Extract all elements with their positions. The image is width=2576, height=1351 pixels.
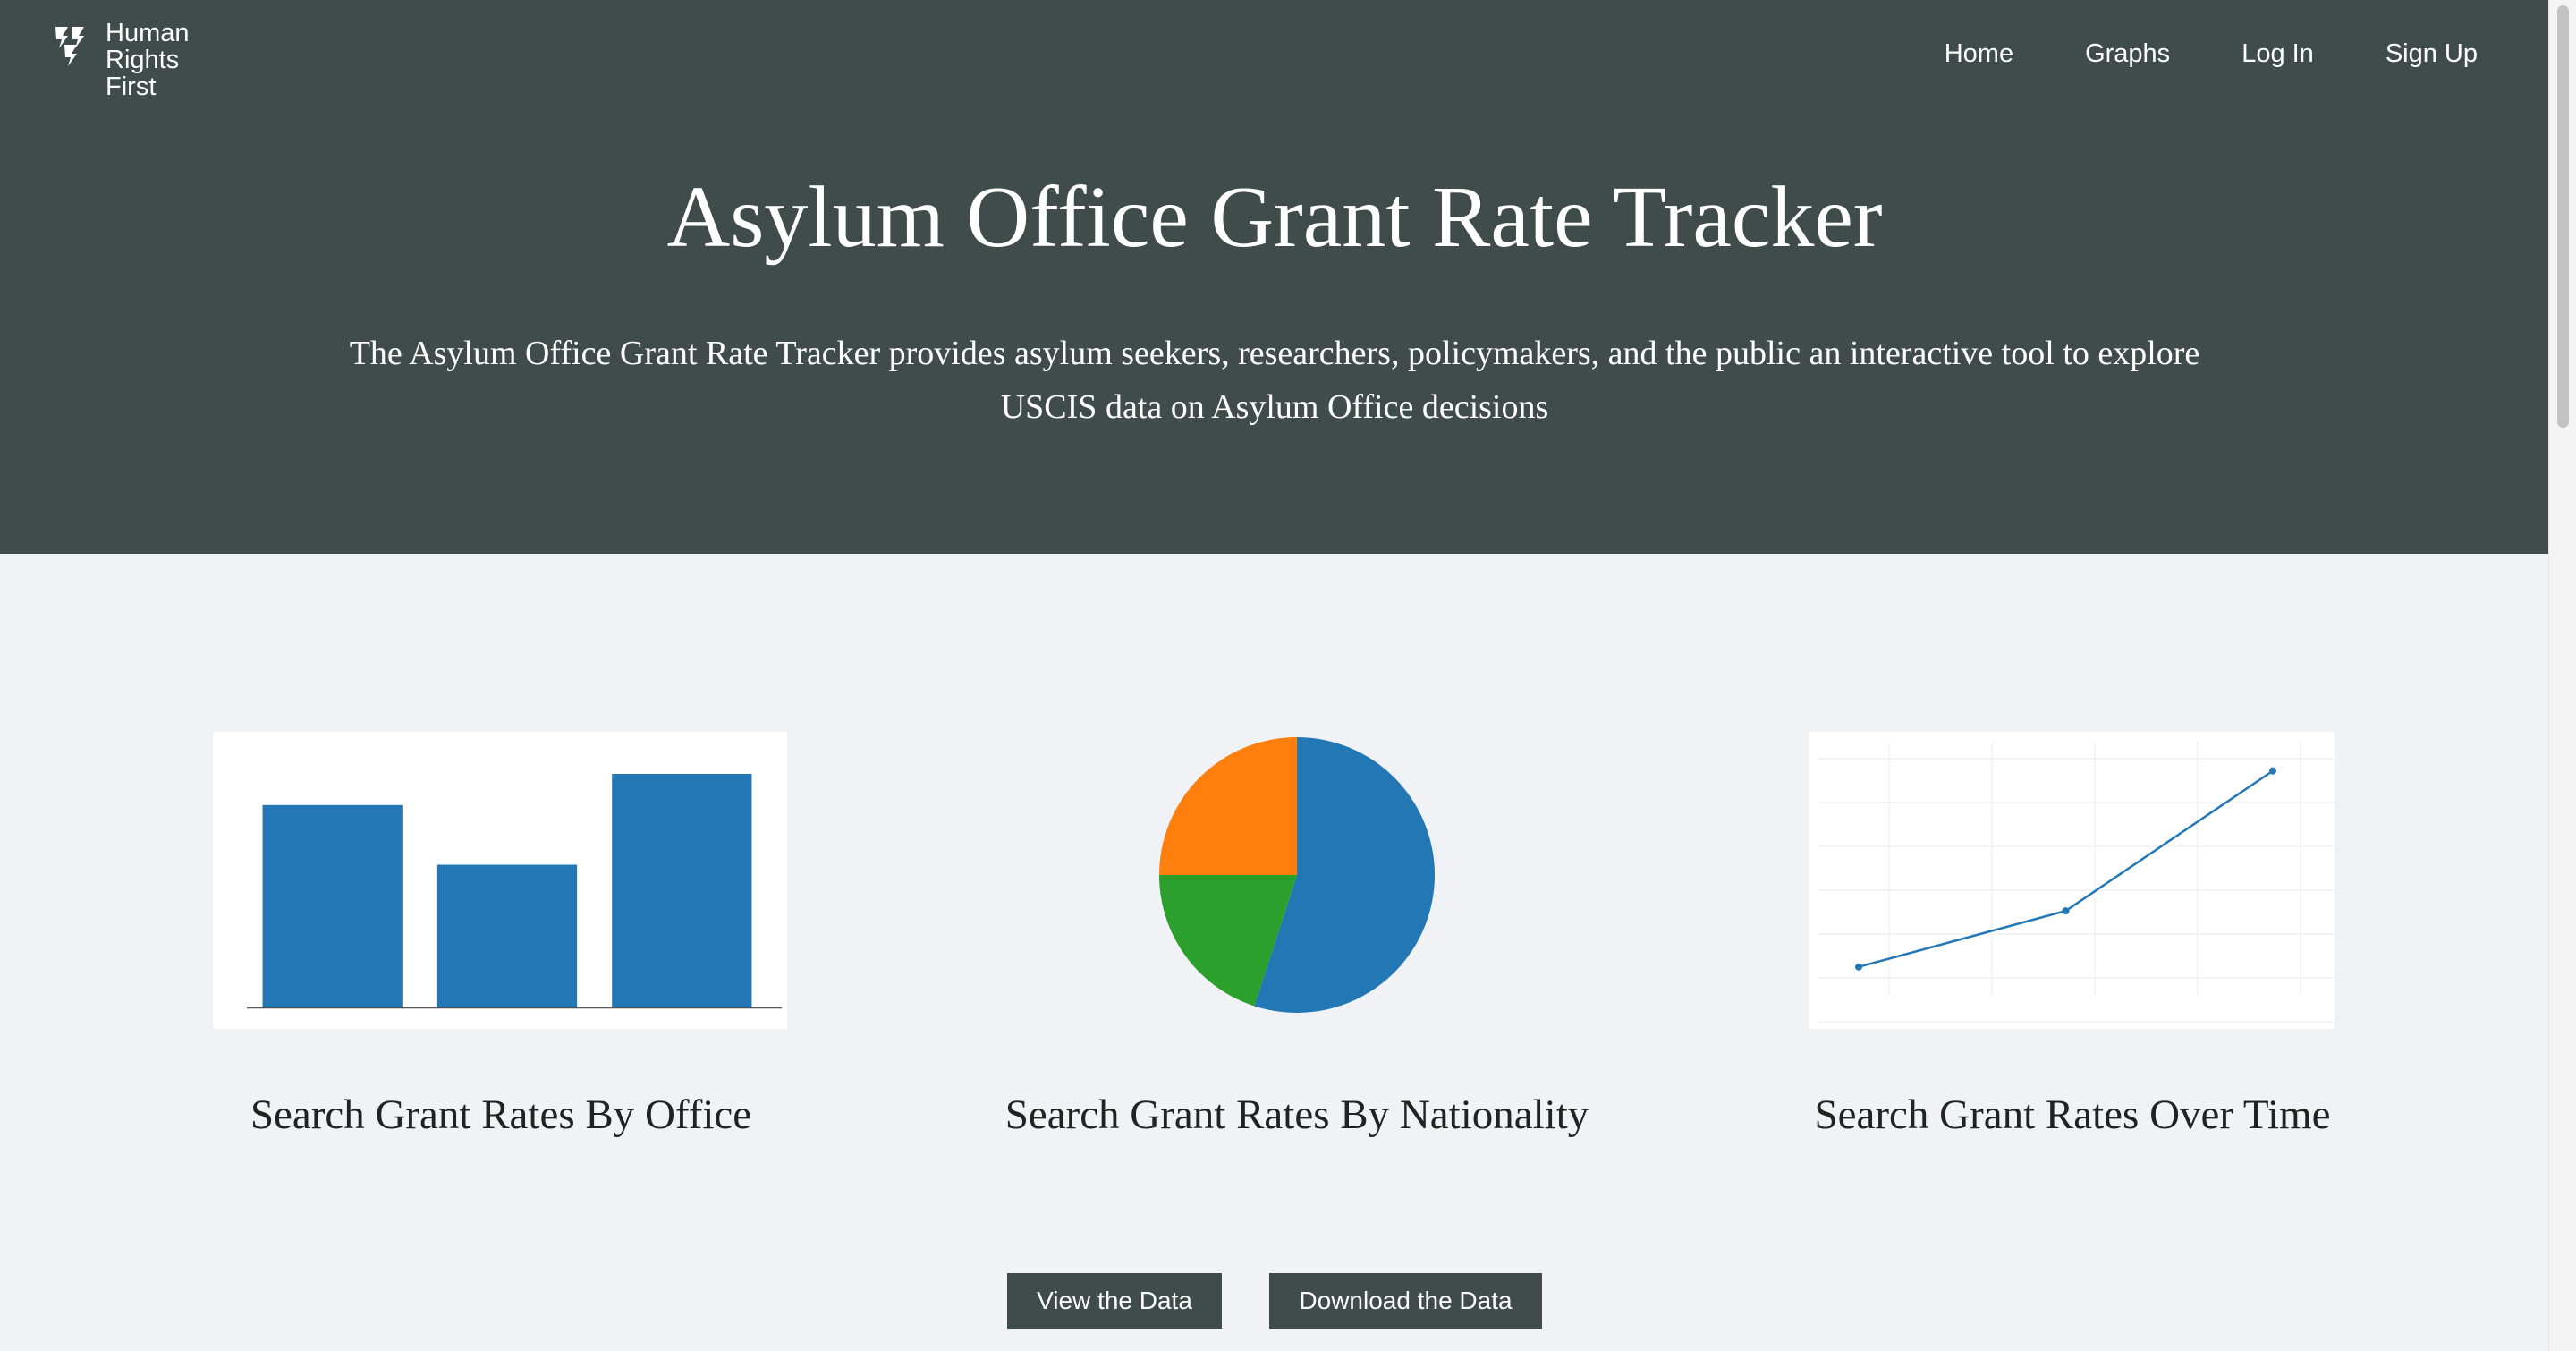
bar-chart-thumbnail-icon[interactable] (213, 732, 787, 1029)
pie-slice-3 (1159, 737, 1297, 875)
logo-line-3: First (106, 72, 157, 101)
bar-3 (612, 774, 752, 1007)
download-data-button[interactable]: Download the Data (1269, 1273, 1542, 1329)
nav-graphs[interactable]: Graphs (2085, 39, 2170, 69)
scrollbar-thumb[interactable] (2557, 5, 2569, 428)
nav-log-in[interactable]: Log In (2241, 39, 2314, 69)
line-point-3 (2269, 767, 2276, 775)
logo-mark-icon (55, 27, 84, 66)
card-by-office[interactable] (213, 732, 787, 1029)
caption-over-time[interactable]: Search Grant Rates Over Time (1750, 1090, 2394, 1140)
caption-by-office[interactable]: Search Grant Rates By Office (179, 1090, 823, 1140)
line-chart-thumbnail-icon[interactable] (1809, 732, 2334, 1029)
pie-chart-thumbnail-icon[interactable] (1157, 732, 1438, 1018)
bar-1 (262, 804, 402, 1007)
main-nav: Home Graphs Log In Sign Up (1945, 39, 2478, 69)
page-title: Asylum Office Grant Rate Tracker (666, 169, 1883, 266)
logo-line-2: Rights (106, 46, 180, 74)
logo-text: Human Rights First (106, 20, 190, 100)
caption-by-nationality[interactable]: Search Grant Rates By Nationality (975, 1090, 1619, 1140)
page: Human Rights First Home Graphs Log In Si… (0, 0, 2549, 1351)
bar-2 (436, 864, 578, 1007)
hero-header: Human Rights First Home Graphs Log In Si… (0, 0, 2549, 554)
view-data-button[interactable]: View the Data (1007, 1273, 1222, 1329)
line-point-2 (2062, 907, 2070, 915)
logo-line-1: Human (106, 19, 190, 47)
line-point-1 (1855, 963, 1862, 971)
card-over-time[interactable] (1809, 732, 2334, 1029)
card-by-nationality[interactable] (1157, 732, 1438, 1023)
nav-sign-up[interactable]: Sign Up (2385, 39, 2478, 69)
logo[interactable]: Human Rights First (52, 20, 190, 100)
hero-description: The Asylum Office Grant Rate Tracker pro… (349, 335, 2200, 426)
line-series (1858, 769, 2274, 968)
nav-home[interactable]: Home (1945, 39, 2013, 69)
vertical-scrollbar[interactable] (2548, 0, 2576, 1351)
